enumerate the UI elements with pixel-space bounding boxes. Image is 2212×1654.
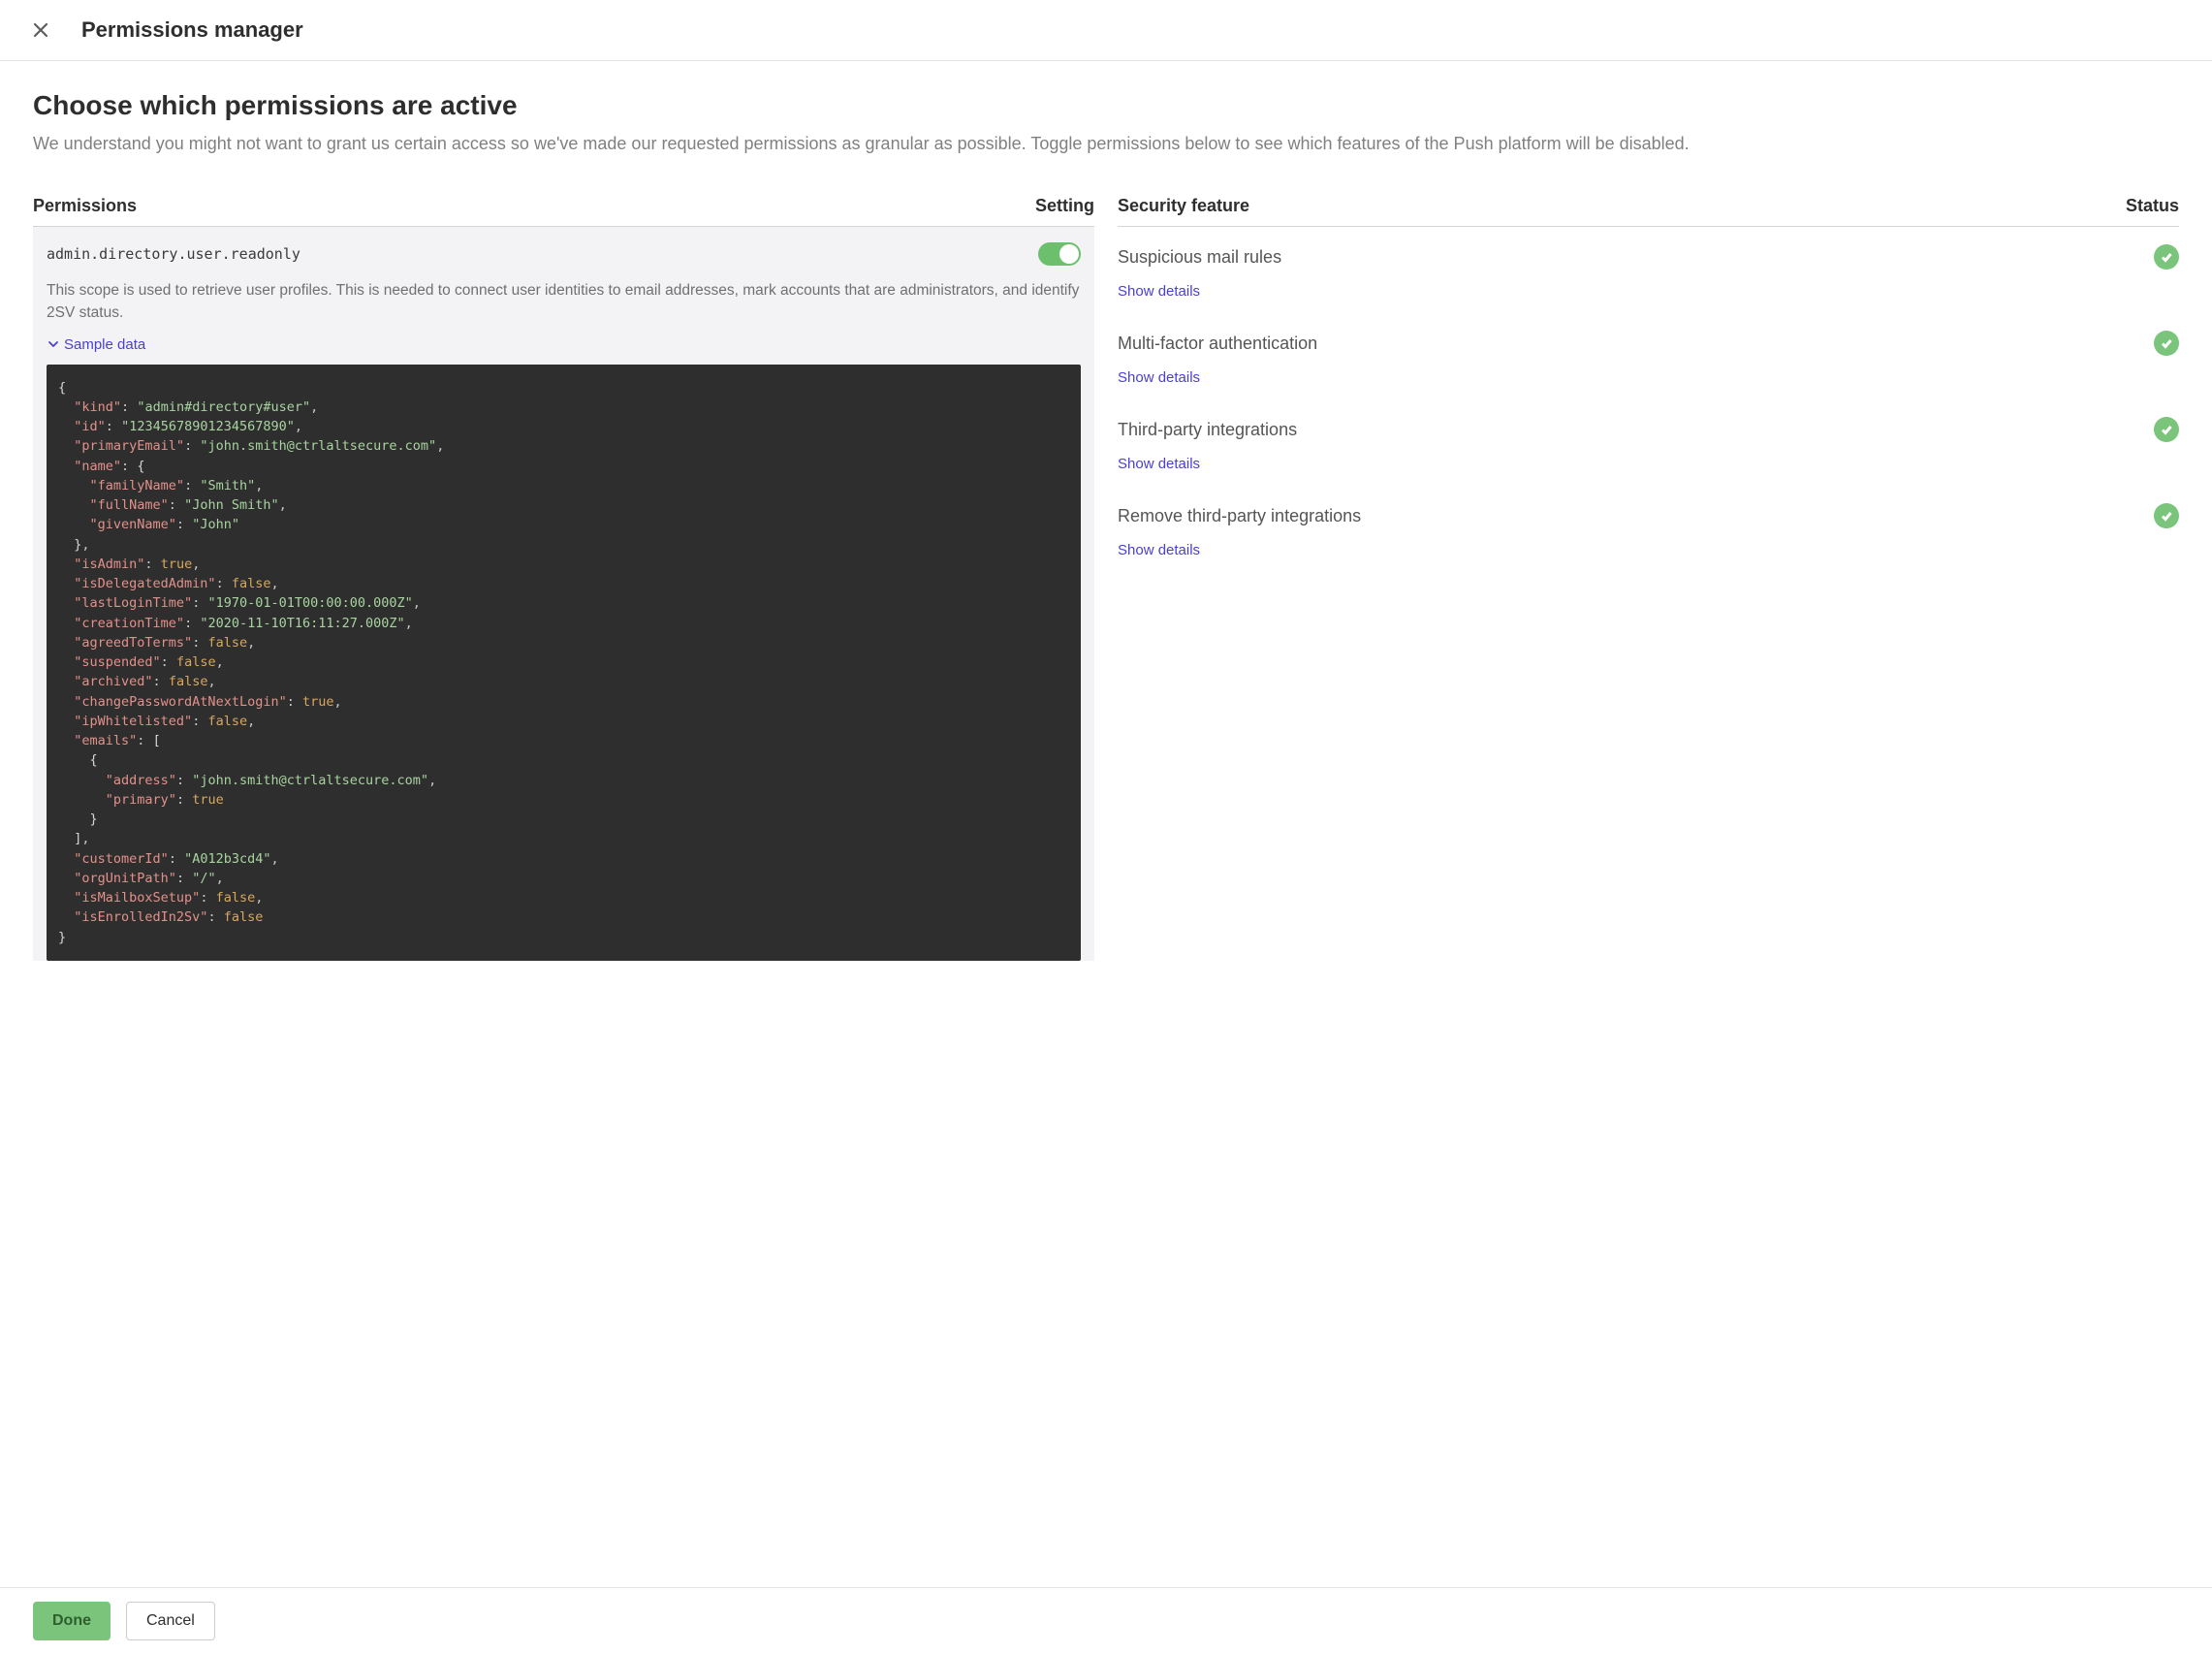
permissions-title: Permissions bbox=[33, 196, 137, 216]
feature-name: Third-party integrations bbox=[1118, 420, 1297, 440]
permission-description: This scope is used to retrieve user prof… bbox=[47, 279, 1081, 325]
permission-toggle[interactable] bbox=[1038, 242, 1081, 266]
show-details-link[interactable]: Show details bbox=[1118, 283, 2179, 300]
feature-name: Remove third-party integrations bbox=[1118, 506, 1361, 526]
cancel-button[interactable]: Cancel bbox=[126, 1602, 215, 1640]
done-button[interactable]: Done bbox=[33, 1602, 111, 1640]
feature-item: Multi-factor authentication Show details bbox=[1118, 313, 2179, 399]
status-ok-icon bbox=[2154, 331, 2179, 356]
permissions-panel: Permissions Setting admin.directory.user… bbox=[33, 196, 1094, 961]
sample-data-toggle[interactable]: Sample data bbox=[47, 336, 1081, 353]
page-description: We understand you might not want to gran… bbox=[33, 131, 2179, 157]
setting-label: Setting bbox=[1035, 196, 1094, 216]
security-feature-title: Security feature bbox=[1118, 196, 1249, 216]
status-ok-icon bbox=[2154, 503, 2179, 528]
permission-scope: admin.directory.user.readonly bbox=[47, 245, 300, 263]
show-details-link[interactable]: Show details bbox=[1118, 369, 2179, 386]
close-button[interactable] bbox=[29, 18, 52, 42]
feature-item: Remove third-party integrations Show deta… bbox=[1118, 486, 2179, 572]
security-features-panel: Security feature Status Suspicious mail … bbox=[1118, 196, 2179, 961]
close-icon bbox=[33, 22, 48, 38]
page-heading: Choose which permissions are active bbox=[33, 90, 2179, 121]
status-ok-icon bbox=[2154, 417, 2179, 442]
feature-item: Suspicious mail rules Show details bbox=[1118, 227, 2179, 313]
modal-header: Permissions manager bbox=[0, 0, 2212, 61]
permission-card: admin.directory.user.readonly This scope… bbox=[33, 227, 1094, 961]
feature-name: Multi-factor authentication bbox=[1118, 334, 1317, 354]
chevron-down-icon bbox=[47, 337, 60, 351]
show-details-link[interactable]: Show details bbox=[1118, 456, 2179, 472]
modal-title: Permissions manager bbox=[81, 17, 303, 43]
feature-item: Third-party integrations Show details bbox=[1118, 399, 2179, 486]
sample-data-label: Sample data bbox=[64, 336, 145, 353]
status-label: Status bbox=[2126, 196, 2179, 216]
sample-data-code: { "kind": "admin#directory#user", "id": … bbox=[47, 365, 1081, 961]
feature-name: Suspicious mail rules bbox=[1118, 247, 1281, 268]
modal-footer: Done Cancel bbox=[0, 1587, 2212, 1654]
status-ok-icon bbox=[2154, 244, 2179, 270]
show-details-link[interactable]: Show details bbox=[1118, 542, 2179, 558]
